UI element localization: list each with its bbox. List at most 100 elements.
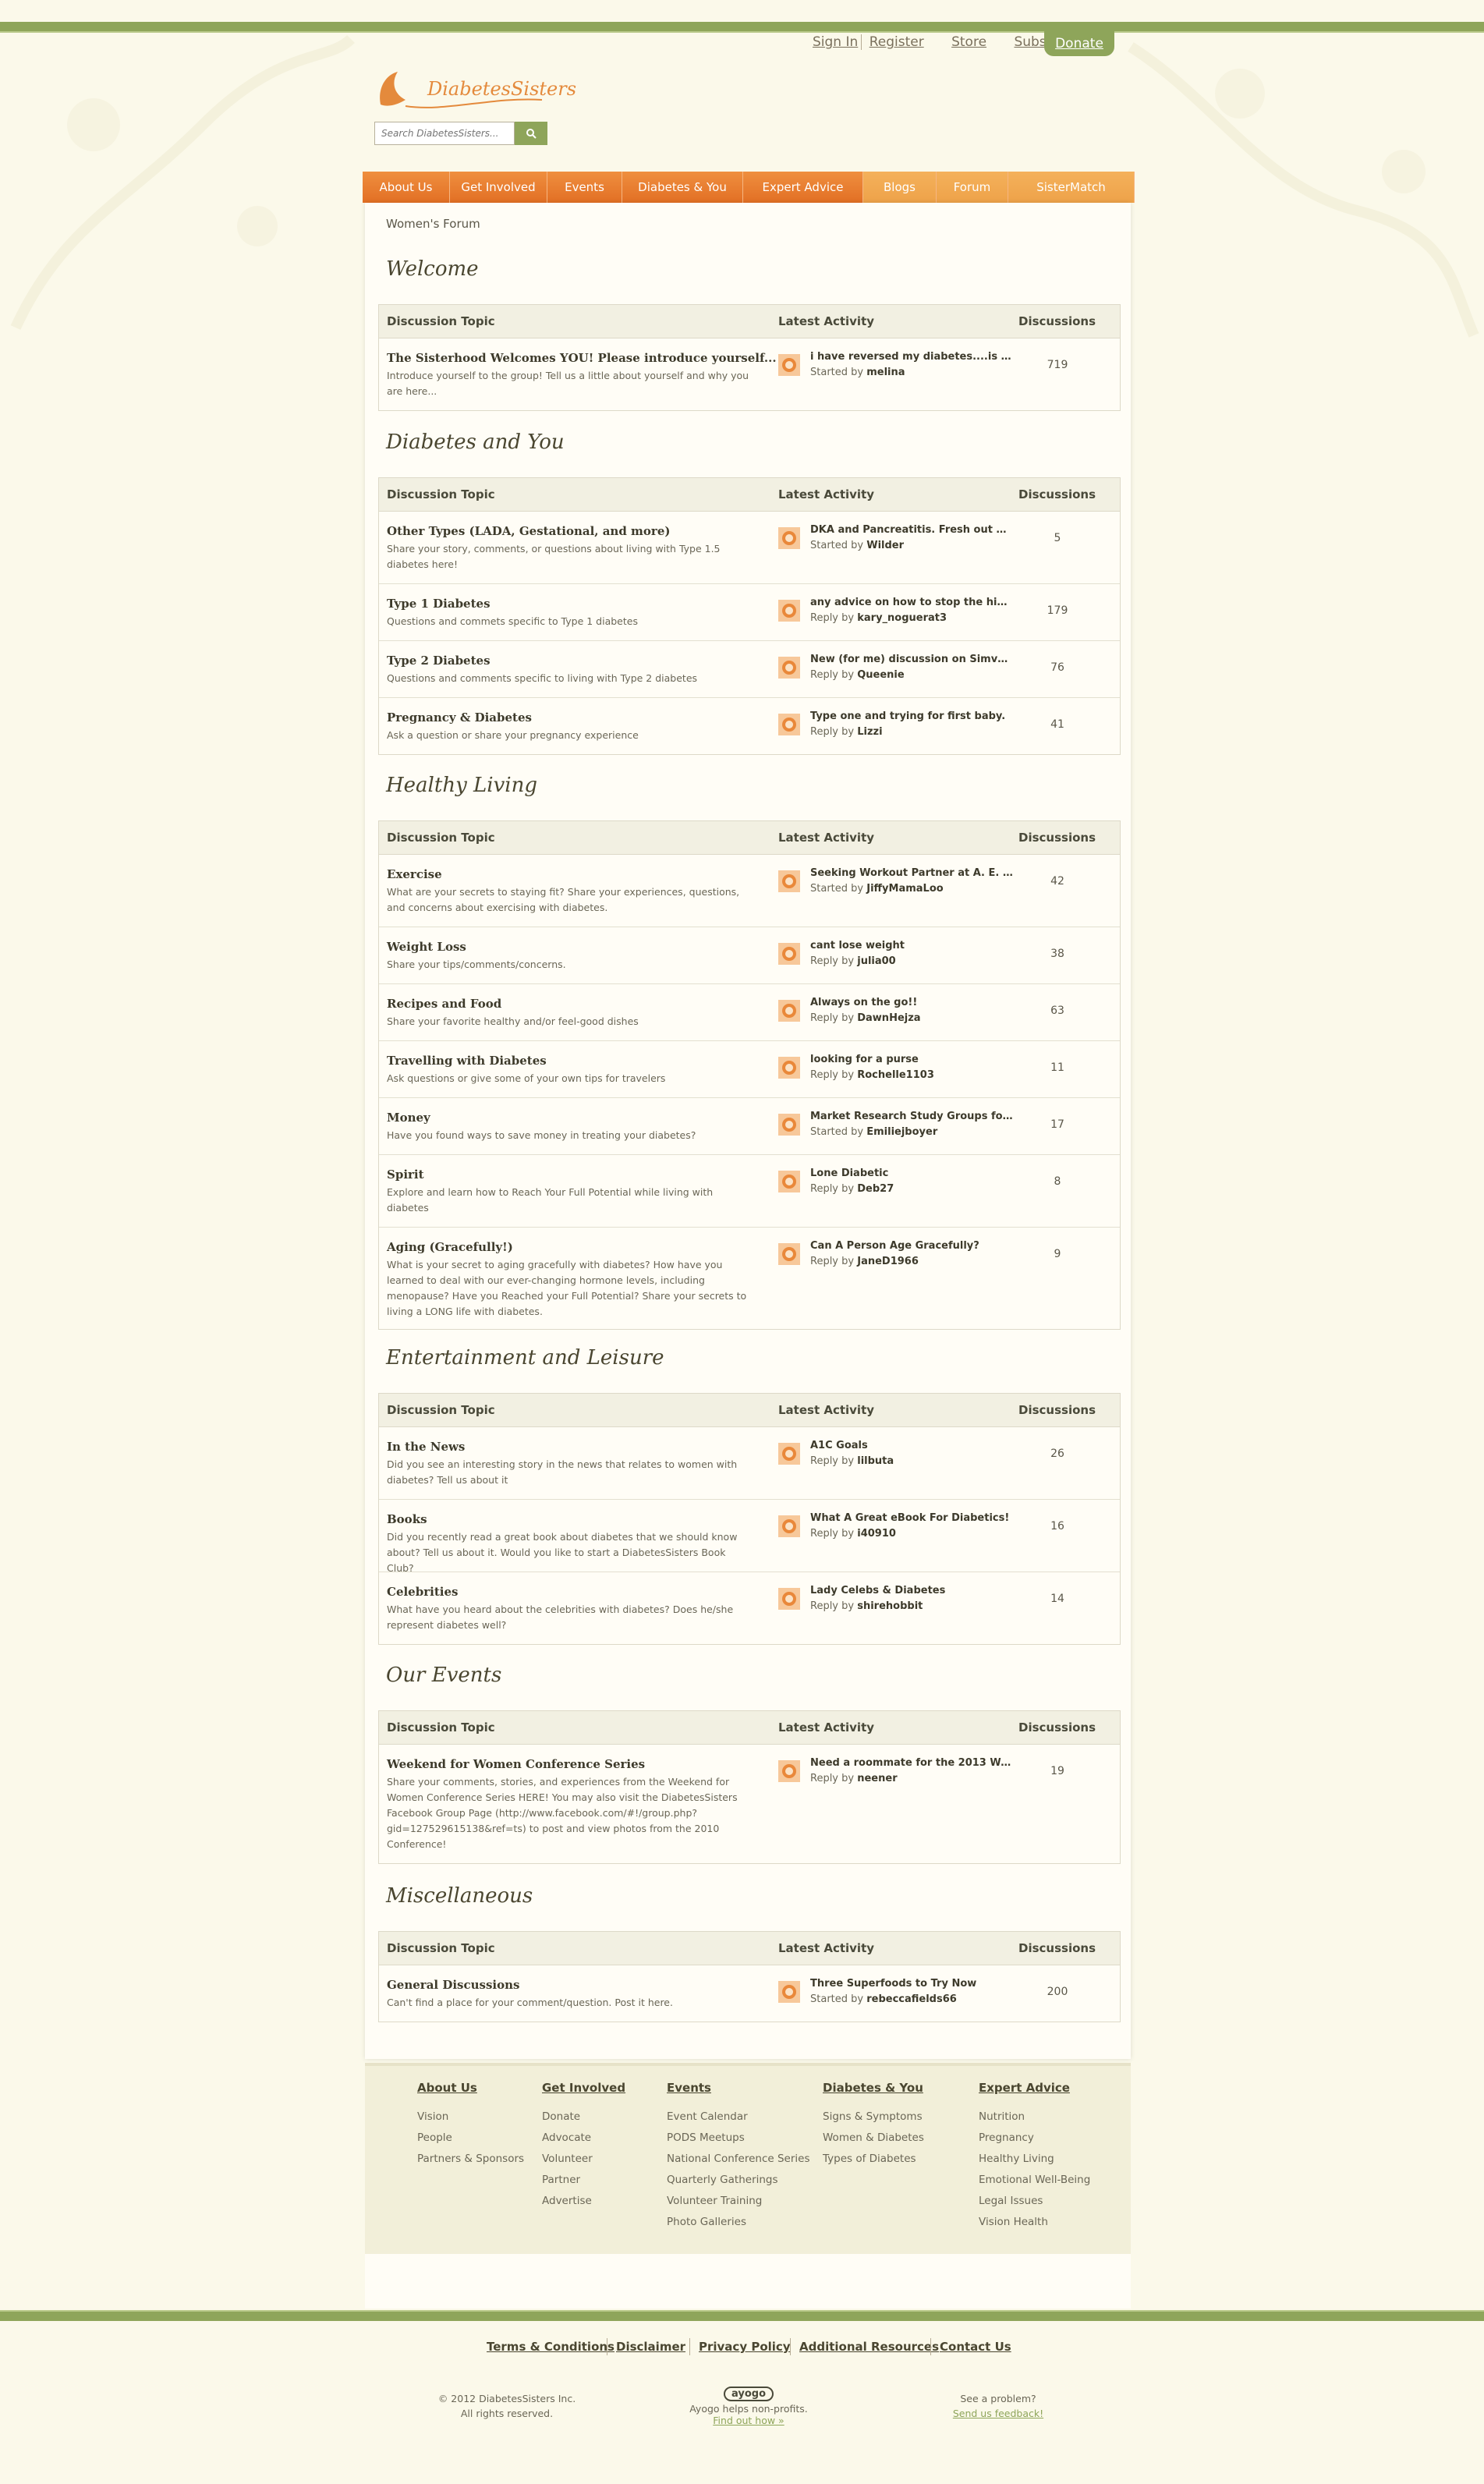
legal-link[interactable]: Terms & Conditions: [487, 2340, 614, 2354]
footer-link[interactable]: Healthy Living: [979, 2153, 1090, 2165]
nav-item-expert-advice[interactable]: Expert Advice: [743, 172, 863, 203]
footer-link[interactable]: Emotional Well-Being: [979, 2174, 1090, 2186]
latest-activity-link[interactable]: cant lose weight: [810, 940, 1013, 951]
topic-title-link[interactable]: Travelling with Diabetes: [387, 1054, 547, 1068]
footer-link[interactable]: Pregnancy: [979, 2131, 1090, 2144]
author-name-link[interactable]: Queenie: [857, 669, 904, 681]
latest-activity-link[interactable]: DKA and Pancreatitis. Fresh out of th...: [810, 524, 1013, 536]
footer-column-title[interactable]: Get Involved: [542, 2081, 625, 2095]
avatar-icon[interactable]: [778, 1588, 800, 1610]
topic-title-link[interactable]: Pregnancy & Diabetes: [387, 710, 532, 725]
author-name-link[interactable]: Rochelle1103: [857, 1069, 934, 1081]
author-name-link[interactable]: Deb27: [857, 1183, 894, 1195]
avatar-icon[interactable]: [778, 600, 800, 622]
footer-link[interactable]: Donate: [542, 2110, 625, 2123]
topic-title-link[interactable]: Celebrities: [387, 1585, 458, 1599]
avatar-icon[interactable]: [778, 1171, 800, 1192]
latest-activity-link[interactable]: Type one and trying for first baby.: [810, 710, 1013, 722]
author-name-link[interactable]: shirehobbit: [857, 1600, 923, 1612]
latest-activity-link[interactable]: looking for a purse: [810, 1054, 1013, 1065]
footer-column-title[interactable]: About Us: [417, 2081, 524, 2095]
topic-title-link[interactable]: Type 2 Diabetes: [387, 654, 491, 668]
latest-activity-link[interactable]: Seeking Workout Partner at A. E. Finl...: [810, 867, 1013, 879]
donate-button[interactable]: Donate: [1044, 22, 1114, 56]
footer-link[interactable]: Legal Issues: [979, 2195, 1090, 2207]
store-link[interactable]: Store: [951, 34, 986, 50]
footer-link[interactable]: Advertise: [542, 2195, 625, 2207]
nav-item-events[interactable]: Events: [547, 172, 622, 203]
footer-link[interactable]: Vision: [417, 2110, 524, 2123]
avatar-icon[interactable]: [778, 1981, 800, 2003]
footer-link[interactable]: People: [417, 2131, 524, 2144]
author-name-link[interactable]: JaneD1966: [857, 1256, 919, 1267]
footer-link[interactable]: Quarterly Gatherings: [667, 2174, 810, 2186]
topic-title-link[interactable]: Exercise: [387, 867, 442, 881]
register-link[interactable]: Register: [870, 34, 924, 50]
author-name-link[interactable]: DawnHejza: [857, 1012, 920, 1024]
footer-column-title[interactable]: Diabetes & You: [823, 2081, 924, 2095]
footer-column-title[interactable]: Events: [667, 2081, 810, 2095]
legal-link[interactable]: Privacy Policy: [699, 2340, 791, 2354]
latest-activity-link[interactable]: i have reversed my diabetes....is ther..…: [810, 351, 1013, 363]
footer-link[interactable]: Photo Galleries: [667, 2216, 810, 2228]
footer-link[interactable]: PODS Meetups: [667, 2131, 810, 2144]
legal-link[interactable]: Contact Us: [940, 2340, 1011, 2354]
avatar-icon[interactable]: [778, 943, 800, 965]
topic-title-link[interactable]: Recipes and Food: [387, 997, 501, 1011]
avatar-icon[interactable]: [778, 1000, 800, 1022]
footer-link[interactable]: Advocate: [542, 2131, 625, 2144]
topic-title-link[interactable]: Other Types (LADA, Gestational, and more…: [387, 524, 670, 538]
footer-link[interactable]: Volunteer Training: [667, 2195, 810, 2207]
latest-activity-link[interactable]: What A Great eBook For Diabetics!: [810, 1512, 1013, 1524]
avatar-icon[interactable]: [778, 870, 800, 892]
author-name-link[interactable]: kary_noguerat3: [857, 612, 947, 624]
footer-link[interactable]: National Conference Series: [667, 2153, 810, 2165]
avatar-icon[interactable]: [778, 1243, 800, 1265]
topic-title-link[interactable]: Weight Loss: [387, 940, 466, 954]
avatar-icon[interactable]: [778, 1515, 800, 1537]
author-name-link[interactable]: Lizzi: [857, 726, 882, 738]
latest-activity-link[interactable]: A1C Goals: [810, 1440, 1013, 1451]
search-button[interactable]: [515, 122, 547, 145]
footer-link[interactable]: Signs & Symptoms: [823, 2110, 924, 2123]
nav-item-about-us[interactable]: About Us: [363, 172, 450, 203]
nav-item-get-involved[interactable]: Get Involved: [450, 172, 547, 203]
topic-title-link[interactable]: Books: [387, 1512, 427, 1526]
latest-activity-link[interactable]: Need a roommate for the 2013 Week...: [810, 1757, 1013, 1769]
avatar-icon[interactable]: [778, 354, 800, 376]
footer-link[interactable]: Event Calendar: [667, 2110, 810, 2123]
author-name-link[interactable]: rebeccafields66: [866, 1993, 957, 2005]
ayogo-link[interactable]: Find out how »: [713, 2415, 784, 2426]
legal-link[interactable]: Additional Resources: [799, 2340, 939, 2354]
search-input[interactable]: [374, 122, 515, 145]
topic-title-link[interactable]: Spirit: [387, 1168, 424, 1182]
latest-activity-link[interactable]: Market Research Study Groups for ge...: [810, 1111, 1013, 1122]
sign-in-link[interactable]: Sign In: [813, 34, 862, 50]
footer-link[interactable]: Nutrition: [979, 2110, 1090, 2123]
footer-link[interactable]: Partner: [542, 2174, 625, 2186]
author-name-link[interactable]: i40910: [857, 1528, 896, 1540]
latest-activity-link[interactable]: any advice on how to stop the highs ...: [810, 597, 1013, 608]
latest-activity-link[interactable]: Can A Person Age Gracefully?: [810, 1240, 1013, 1252]
avatar-icon[interactable]: [778, 714, 800, 735]
footer-link[interactable]: Volunteer: [542, 2153, 625, 2165]
topic-title-link[interactable]: The Sisterhood Welcomes YOU! Please intr…: [387, 351, 777, 365]
nav-item-diabetes-you[interactable]: Diabetes & You: [622, 172, 743, 203]
avatar-icon[interactable]: [778, 527, 800, 549]
avatar-icon[interactable]: [778, 1443, 800, 1465]
author-name-link[interactable]: lilbuta: [857, 1455, 894, 1467]
latest-activity-link[interactable]: Lady Celebs & Diabetes: [810, 1585, 1013, 1596]
avatar-icon[interactable]: [778, 657, 800, 679]
author-name-link[interactable]: JiffyMamaLoo: [866, 883, 943, 895]
nav-item-forum[interactable]: Forum: [937, 172, 1008, 203]
ayogo-logo[interactable]: ayogo: [723, 2387, 774, 2401]
latest-activity-link[interactable]: New (for me) discussion on Simvasta...: [810, 654, 1013, 665]
footer-column-title[interactable]: Expert Advice: [979, 2081, 1090, 2095]
avatar-icon[interactable]: [778, 1760, 800, 1782]
latest-activity-link[interactable]: Three Superfoods to Try Now: [810, 1978, 1013, 1990]
topic-title-link[interactable]: Type 1 Diabetes: [387, 597, 491, 611]
author-name-link[interactable]: julia00: [857, 955, 896, 967]
latest-activity-link[interactable]: Lone Diabetic: [810, 1168, 1013, 1179]
footer-link[interactable]: Partners & Sponsors: [417, 2153, 524, 2165]
topic-title-link[interactable]: General Discussions: [387, 1978, 519, 1992]
